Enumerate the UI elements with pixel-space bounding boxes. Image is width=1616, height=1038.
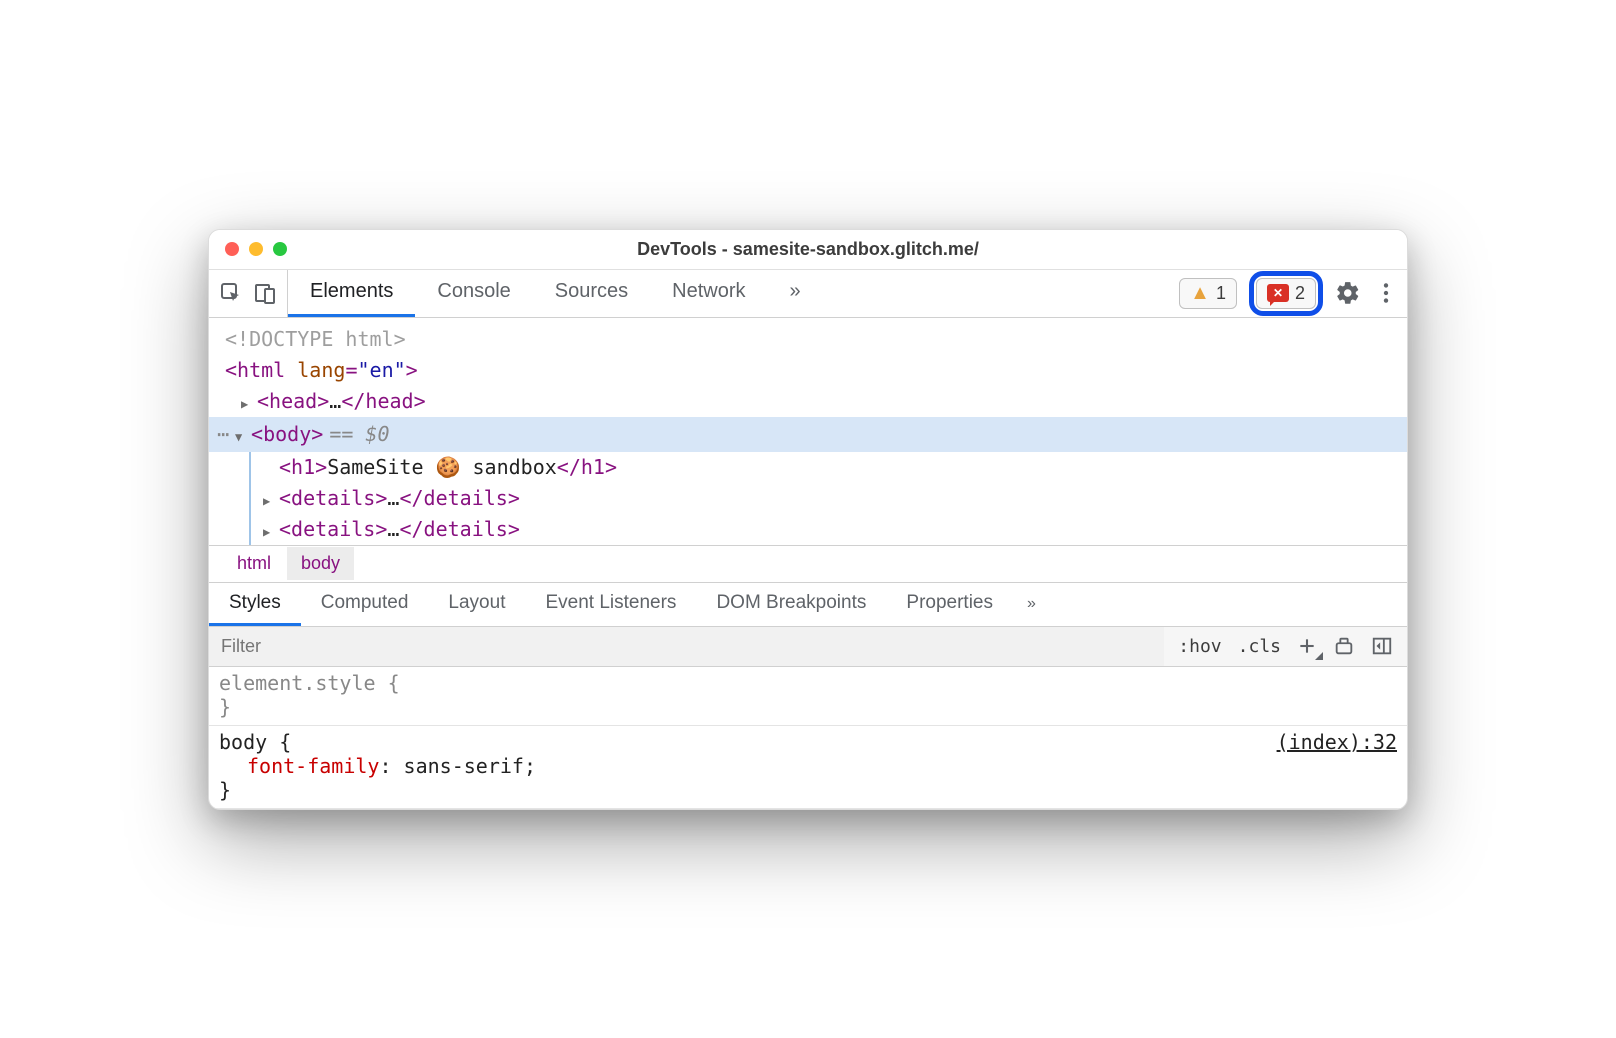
new-style-rule-icon[interactable]	[1297, 636, 1317, 656]
subtab-properties[interactable]: Properties	[886, 583, 1013, 626]
element-classes-cls-button[interactable]: .cls	[1238, 636, 1281, 657]
dom-breadcrumb: html body	[209, 545, 1407, 583]
body-rule-block[interactable]: (index):32 body { font-family: sans-seri…	[209, 726, 1407, 809]
subtab-dom-breakpoints[interactable]: DOM Breakpoints	[696, 583, 886, 626]
tab-elements[interactable]: Elements	[288, 270, 415, 317]
issues-icon: ✕	[1267, 284, 1289, 302]
styles-filter-input[interactable]	[209, 627, 1164, 666]
inspect-element-icon[interactable]	[217, 279, 245, 307]
force-state-hov-button[interactable]: :hov	[1178, 636, 1221, 657]
maximize-window-button[interactable]	[273, 242, 287, 256]
devtools-window: DevTools - samesite-sandbox.glitch.me/ E…	[208, 229, 1408, 810]
breadcrumb-html[interactable]: html	[223, 547, 285, 580]
expand-arrow-icon[interactable]	[241, 386, 257, 417]
body-rule-close: }	[219, 778, 231, 802]
window-title: DevTools - samesite-sandbox.glitch.me/	[637, 239, 979, 260]
styles-subtabs: Styles Computed Layout Event Listeners D…	[209, 583, 1407, 627]
dom-body-children: <h1>SameSite 🍪 sandbox</h1> <details>…</…	[249, 452, 1407, 545]
warnings-chip[interactable]: ▲ 1	[1179, 278, 1237, 309]
collapse-arrow-icon[interactable]	[235, 419, 251, 450]
node-actions-icon[interactable]: ⋯	[217, 419, 231, 450]
issues-highlight: ✕ 2	[1249, 271, 1323, 316]
device-toolbar-icon[interactable]	[251, 279, 279, 307]
dom-tree: <!DOCTYPE html> <html lang="en"> <head>……	[209, 318, 1407, 545]
expand-arrow-icon[interactable]	[263, 483, 279, 514]
subtab-styles[interactable]: Styles	[209, 583, 301, 626]
computed-sidebar-toggle-icon[interactable]	[1371, 635, 1393, 657]
minimize-window-button[interactable]	[249, 242, 263, 256]
dom-h1[interactable]: <h1>SameSite 🍪 sandbox</h1>	[261, 452, 1407, 483]
element-style-close: }	[219, 695, 231, 719]
dom-body-selected[interactable]: ⋯ <body> == $0	[209, 417, 1407, 452]
dom-doctype[interactable]: <!DOCTYPE html>	[209, 324, 1407, 355]
expand-arrow-icon[interactable]	[263, 514, 279, 545]
more-menu-icon[interactable]	[1373, 280, 1399, 306]
selected-node-ref: == $0	[329, 419, 389, 450]
tab-sources[interactable]: Sources	[533, 270, 650, 317]
dom-html-open[interactable]: <html lang="en">	[209, 355, 1407, 386]
panel-tabs: Elements Console Sources Network »	[288, 270, 823, 317]
main-toolbar: Elements Console Sources Network » ▲ 1 ✕…	[209, 270, 1407, 318]
css-property-value[interactable]: sans-serif	[404, 754, 524, 778]
subtab-computed[interactable]: Computed	[301, 583, 429, 626]
settings-icon[interactable]	[1335, 280, 1361, 306]
dom-details-2[interactable]: <details>…</details>	[261, 514, 1407, 545]
rule-source-link[interactable]: (index):32	[1277, 730, 1397, 754]
subtab-layout[interactable]: Layout	[428, 583, 525, 626]
warnings-count: 1	[1216, 283, 1226, 304]
rendering-emulations-icon[interactable]	[1333, 635, 1355, 657]
issues-count: 2	[1295, 283, 1305, 304]
dom-head[interactable]: <head>…</head>	[209, 386, 1407, 417]
css-property-name[interactable]: font-family	[247, 754, 379, 778]
tab-network[interactable]: Network	[650, 270, 767, 317]
subtabs-overflow-icon[interactable]: »	[1013, 595, 1050, 613]
styles-filter-row: :hov .cls	[209, 627, 1407, 667]
element-style-block[interactable]: element.style { }	[209, 667, 1407, 726]
titlebar: DevTools - samesite-sandbox.glitch.me/	[209, 230, 1407, 270]
tabs-overflow-icon[interactable]: »	[768, 270, 823, 317]
issues-chip[interactable]: ✕ 2	[1256, 278, 1316, 309]
subtab-event-listeners[interactable]: Event Listeners	[525, 583, 696, 626]
styles-pane: element.style { } (index):32 body { font…	[209, 667, 1407, 809]
dom-details-1[interactable]: <details>…</details>	[261, 483, 1407, 514]
traffic-lights	[209, 242, 303, 256]
tab-console[interactable]: Console	[415, 270, 532, 317]
close-window-button[interactable]	[225, 242, 239, 256]
element-style-selector: element.style {	[219, 671, 400, 695]
warning-icon: ▲	[1190, 282, 1210, 305]
breadcrumb-body[interactable]: body	[287, 547, 354, 580]
body-rule-selector: body {	[219, 730, 291, 754]
